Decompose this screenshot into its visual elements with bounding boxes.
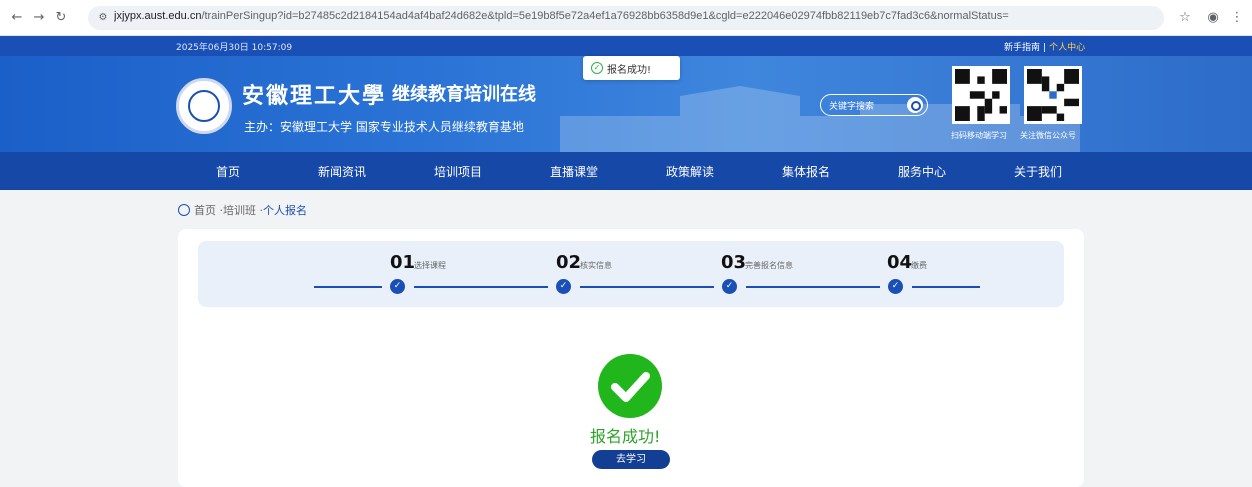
search-input[interactable]: 关键字搜索 bbox=[829, 99, 874, 112]
nav-item-training[interactable]: 培训项目 bbox=[434, 163, 482, 180]
step-line bbox=[912, 286, 980, 288]
nav-item-policy[interactable]: 政策解读 bbox=[666, 163, 714, 180]
step-number-3: 03 bbox=[721, 252, 747, 273]
toast-message: 报名成功! bbox=[607, 65, 652, 76]
step-check-icon: ✓ bbox=[556, 279, 571, 294]
qr-code-icon bbox=[1027, 69, 1079, 121]
search-icon[interactable] bbox=[907, 97, 923, 113]
step-number-2: 02 bbox=[556, 252, 582, 273]
qr-mobile-caption: 扫码移动端学习 bbox=[951, 131, 1007, 140]
step-line bbox=[414, 286, 548, 288]
bookmark-star-icon[interactable]: ☆ bbox=[1176, 9, 1194, 27]
sponsor-text: 主办：安徽理工大学 国家专业技术人员继续教育基地 bbox=[244, 120, 524, 134]
check-circle-icon: ✓ bbox=[591, 62, 603, 74]
step-number-4: 04 bbox=[887, 252, 913, 273]
browser-toolbar: ← → ↻ ⚙ jxjypx.aust.edu.cn/trainPerSingu… bbox=[0, 0, 1252, 36]
search-box[interactable]: 关键字搜索 bbox=[820, 94, 928, 116]
nav-item-live[interactable]: 直播课堂 bbox=[550, 163, 598, 180]
nav-item-home[interactable]: 首页 bbox=[216, 163, 240, 180]
step-line bbox=[314, 286, 382, 288]
back-icon[interactable]: ← bbox=[8, 9, 26, 27]
breadcrumb-level2[interactable]: 培训班 bbox=[223, 204, 256, 217]
menu-icon[interactable]: ⋮ bbox=[1228, 9, 1246, 27]
step-label-4: 缴费 bbox=[911, 261, 927, 270]
personal-center-link[interactable]: 个人中心 bbox=[1049, 43, 1085, 53]
step-line bbox=[580, 286, 714, 288]
url-domain: jxjypx.aust.edu.cn bbox=[114, 10, 202, 22]
success-message: 报名成功! bbox=[590, 427, 661, 446]
qr-mobile bbox=[952, 66, 1010, 124]
logo-emblem bbox=[188, 90, 220, 122]
nav-item-news[interactable]: 新闻资讯 bbox=[318, 163, 366, 180]
success-toast: ✓ 报名成功! bbox=[583, 56, 680, 80]
qr-code-icon bbox=[955, 69, 1007, 121]
qr-wechat-caption: 关注微信公众号 bbox=[1020, 131, 1076, 140]
datetime: 2025年06月30日 10:57:09 bbox=[176, 43, 293, 53]
step-progress bbox=[198, 241, 1064, 307]
nav-item-group-signup[interactable]: 集体报名 bbox=[782, 163, 830, 180]
reload-icon[interactable]: ↻ bbox=[52, 9, 70, 27]
guide-link[interactable]: 新手指南 bbox=[1004, 43, 1040, 53]
top-links: 新手指南 | 个人中心 bbox=[1004, 40, 1085, 53]
breadcrumb: 首页 ·培训班 ·个人报名 bbox=[194, 202, 307, 218]
step-number-1: 01 bbox=[390, 252, 416, 273]
success-check-icon bbox=[598, 354, 662, 418]
platform-name: 继续教育培训在线 bbox=[392, 84, 536, 105]
forward-icon[interactable]: → bbox=[30, 9, 48, 27]
top-strip: 2025年06月30日 10:57:09 新手指南 | 个人中心 bbox=[0, 36, 1252, 56]
university-logo[interactable] bbox=[176, 78, 232, 134]
url-text[interactable]: jxjypx.aust.edu.cn/trainPerSingup?id=b27… bbox=[114, 10, 1154, 22]
url-path: /trainPerSingup?id=b27485c2d2184154ad4af… bbox=[201, 10, 1009, 22]
nav-item-service[interactable]: 服务中心 bbox=[898, 163, 946, 180]
profile-icon[interactable]: ◉ bbox=[1204, 9, 1222, 27]
main-nav: 首页 新闻资讯 培训项目 直播课堂 政策解读 集体报名 服务中心 关于我们 bbox=[0, 152, 1252, 190]
breadcrumb-current: 个人报名 bbox=[263, 204, 307, 217]
step-check-icon: ✓ bbox=[390, 279, 405, 294]
step-check-icon: ✓ bbox=[888, 279, 903, 294]
step-label-3: 完善报名信息 bbox=[745, 261, 793, 270]
breadcrumb-home[interactable]: 首页 bbox=[194, 204, 216, 217]
step-label-2: 核实信息 bbox=[580, 261, 612, 270]
address-bar[interactable]: ⚙ jxjypx.aust.edu.cn/trainPerSingup?id=b… bbox=[88, 6, 1164, 30]
location-icon bbox=[178, 204, 190, 216]
university-name: 安徽理工大學 bbox=[242, 83, 387, 109]
qr-wechat bbox=[1024, 66, 1082, 124]
step-line bbox=[746, 286, 880, 288]
step-check-icon: ✓ bbox=[722, 279, 737, 294]
go-study-button[interactable]: 去学习 bbox=[592, 450, 670, 469]
top-separator: | bbox=[1043, 43, 1047, 53]
site-info-icon[interactable]: ⚙ bbox=[96, 11, 110, 25]
step-label-1: 选择课程 bbox=[414, 261, 446, 270]
nav-item-about[interactable]: 关于我们 bbox=[1014, 163, 1062, 180]
